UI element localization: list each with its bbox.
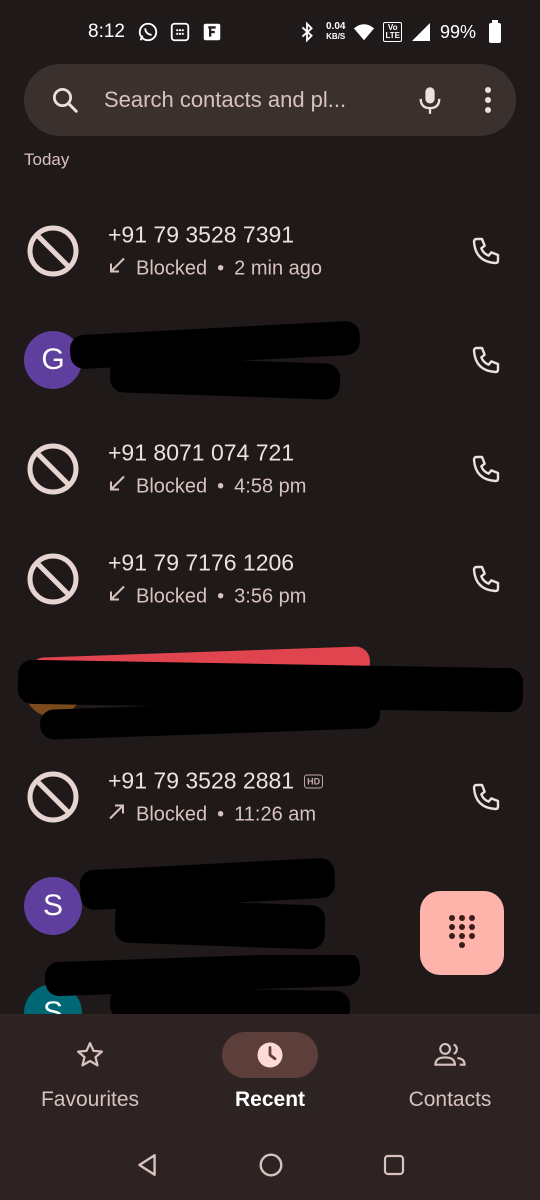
section-header-today: Today [24,150,70,169]
clock-icon [222,1032,318,1078]
phone-number: +91 8071 074 721 [108,439,295,466]
separator: • [217,803,225,825]
system-navigation-bar [0,1134,540,1200]
contact-avatar: S [24,877,82,935]
nav-favourites[interactable]: Favourites [0,1014,180,1134]
call-time: 2 min ago [234,257,323,279]
redaction-mark [114,898,326,950]
incoming-call-arrow-icon [108,257,126,281]
call-status: Blocked [136,803,208,825]
call-log-item[interactable]: +91 79 3528 2881 HD Blocked • 11:26 am [0,747,540,847]
call-log-item[interactable]: G [0,310,540,410]
whatsapp-icon [137,21,159,43]
redaction-mark [109,986,351,1014]
call-status: Blocked [136,257,208,279]
dialpad-button[interactable] [420,891,504,975]
microphone-icon[interactable] [416,85,444,115]
incoming-call-arrow-icon [108,585,126,609]
people-icon [402,1032,498,1078]
separator: • [217,585,225,607]
call-button[interactable] [462,773,510,821]
blocked-icon [24,222,82,280]
blocked-icon [24,550,82,608]
separator: • [217,257,225,279]
bottom-navigation: Favourites Recent Contacts [0,1014,540,1134]
nav-contacts-label: Contacts [408,1088,492,1111]
call-status: Blocked [136,475,208,497]
home-icon[interactable] [258,1152,284,1183]
call-time: 3:56 pm [234,585,307,607]
wifi-icon [353,21,375,43]
phone-number: +91 79 3528 2881 [108,767,295,794]
signal-icon [410,21,432,43]
call-log-item[interactable] [0,638,540,740]
blocked-icon [24,440,82,498]
separator: • [217,475,225,497]
status-bar: 8:12 0.04 KB/S Vo LTE 99% [0,0,540,64]
bluetooth-icon [296,21,318,43]
call-time: 4:58 pm [234,475,307,497]
call-button[interactable] [462,227,510,275]
call-button[interactable] [462,555,510,603]
battery-percent: 99% [439,21,476,42]
nav-recent[interactable]: Recent [180,1014,360,1134]
star-icon [42,1032,138,1078]
nav-recent-label: Recent [234,1088,306,1111]
blocked-icon [24,768,82,826]
call-time: 11:26 am [234,803,317,825]
call-log-item[interactable]: +91 8071 074 721 Blocked • 4:58 pm [0,419,540,519]
status-time: 8:12 [88,21,125,42]
call-button[interactable] [462,336,510,384]
phone-number: +91 79 7176 1206 [108,549,295,576]
outgoing-call-arrow-icon [108,803,126,827]
nav-contacts[interactable]: Contacts [360,1014,540,1134]
call-log-item[interactable]: +91 79 7176 1206 Blocked • 3:56 pm [0,529,540,629]
battery-icon [484,20,506,43]
redaction-mark [109,355,341,401]
volte-icon: Vo LTE [383,22,402,42]
more-options-icon[interactable] [484,86,492,114]
recents-icon[interactable] [382,1153,406,1182]
back-icon[interactable] [134,1152,160,1183]
call-log-item[interactable]: +91 79 3528 7391 Blocked • 2 min ago [0,201,540,301]
network-speed: 0.04 KB/S [325,21,346,42]
call-button[interactable] [462,445,510,493]
search-input[interactable]: Search contacts and pl... [104,87,416,113]
nav-favourites-label: Favourites [40,1088,140,1111]
search-bar[interactable]: Search contacts and pl... [24,64,516,136]
incoming-call-arrow-icon [108,475,126,499]
calculator-icon [169,21,191,43]
call-status: Blocked [136,585,208,607]
app-notification-icon [201,21,223,43]
hd-call-badge: HD [304,774,324,788]
search-icon [50,85,80,115]
dialpad-icon [447,913,477,954]
phone-number: +91 79 3528 7391 [108,221,295,248]
